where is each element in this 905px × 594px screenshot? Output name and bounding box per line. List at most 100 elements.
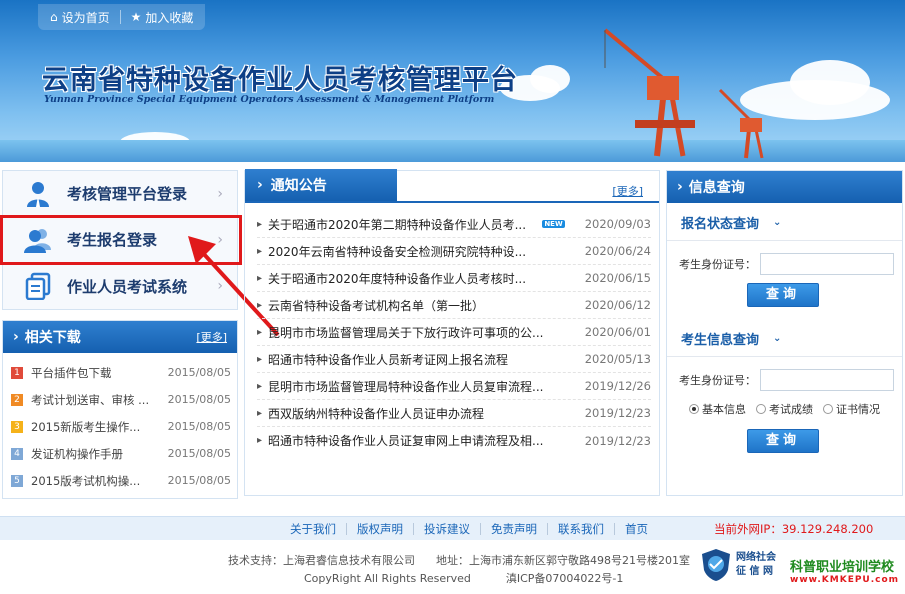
info-id-input[interactable]: [760, 369, 894, 391]
status-id-input[interactable]: [760, 253, 894, 275]
chevron-right-icon: ›: [13, 329, 19, 345]
tech-support-text: 技术支持：上海君睿信息技术有限公司 地址：上海市浦东新区郭守敬路498号21号楼…: [228, 554, 690, 567]
radio-icon: [689, 404, 699, 414]
list-item[interactable]: 3 2015新版考生操作... 2015/08/05: [11, 413, 231, 440]
star-icon: ★: [130, 10, 142, 24]
radio-certificate[interactable]: 证书情况: [823, 401, 880, 417]
copyright-text: CopyRight All Rights Reserved 滇ICP备07004…: [304, 572, 624, 585]
footer-link-copyright[interactable]: 版权声明: [347, 522, 414, 535]
list-item[interactable]: ▸ 关于昭通市2020年度特种设备作业人员考核时... 2020/06/15: [257, 265, 651, 292]
notice-link[interactable]: 昭通市特种设备作业人员证复审网上申请流程及相...: [268, 432, 565, 449]
status-query-title: 报名状态查询: [681, 217, 760, 232]
ip-address: 当前外网IP：39.129.248.200: [714, 521, 874, 536]
site-title: 云南省特种设备作业人员考核管理平台: [42, 65, 518, 96]
set-home-label: 设为首页: [61, 10, 110, 25]
id-label: 考生身份证号：: [679, 374, 756, 387]
notice-link[interactable]: 2020年云南省特种设备安全检测研究院特种设...: [268, 243, 565, 260]
list-item[interactable]: 1 平台插件包下载 2015/08/05: [11, 359, 231, 386]
download-title: 2015版考试机构操...: [31, 473, 141, 488]
footer-link-complaint[interactable]: 投诉建议: [414, 522, 481, 535]
info-query-panel: › 信息查询 报名状态查询 ⌄ 考生身份证号： 查询 考生信息查询 ⌄ 考生身份…: [666, 170, 903, 496]
list-item[interactable]: ▸ 昭通市特种设备作业人员新考证网上报名流程 2020/05/13: [257, 346, 651, 373]
radio-basic-info[interactable]: 基本信息: [689, 401, 746, 417]
new-badge: NEW: [542, 220, 565, 228]
info-query-header: › 信息查询: [667, 171, 902, 203]
credit-badge[interactable]: 网络社会 征 信 网: [700, 548, 776, 582]
id-label: 考生身份证号：: [679, 258, 756, 271]
notice-date: 2019/12/26: [584, 379, 651, 393]
notice-link[interactable]: 昆明市市场监督管理局关于下放行政许可事项的公...: [268, 324, 565, 341]
notice-link[interactable]: 西双版纳州特种设备作业人员证申办流程: [268, 405, 565, 422]
add-favorite-link[interactable]: ★ 加入收藏: [131, 9, 194, 26]
list-item[interactable]: ▸ 昭通市特种设备作业人员证复审网上申请流程及相... 2019/12/23: [257, 427, 651, 454]
status-id-row: 考生身份证号：: [667, 253, 902, 275]
school-name: 科普职业培训学校: [790, 560, 895, 575]
list-item[interactable]: ▸ 关于昭通市2020年第二期特种设备作业人员考... NEW 2020/09/…: [257, 211, 651, 238]
login-item-label: 考核管理平台登录: [67, 185, 188, 203]
download-date: 2015/08/05: [167, 474, 231, 487]
notices-more-link[interactable]: [更多]: [612, 183, 643, 199]
info-id-row: 考生身份证号：: [667, 369, 902, 391]
list-item[interactable]: 2 考试计划送审、审核 ... 2015/08/05: [11, 386, 231, 413]
downloads-title: 相关下载: [24, 330, 81, 346]
notice-date: 2020/06/15: [584, 271, 651, 285]
notice-date: 2020/06/01: [584, 325, 651, 339]
footer-link-disclaimer[interactable]: 免责声明: [481, 522, 548, 535]
downloads-list: 1 平台插件包下载 2015/08/05 2 考试计划送审、审核 ... 201…: [3, 353, 237, 498]
download-title: 发证机构操作手册: [31, 446, 123, 461]
footer-link-contact[interactable]: 联系我们: [548, 522, 615, 535]
info-query-section-title[interactable]: 考生信息查询 ⌄: [667, 307, 902, 348]
chevron-right-icon: ›: [257, 177, 263, 193]
status-query-button[interactable]: 查询: [747, 283, 819, 307]
notice-link[interactable]: 关于昭通市2020年度特种设备作业人员考核时...: [268, 270, 565, 287]
list-item[interactable]: ▸ 昆明市市场监督管理局关于下放行政许可事项的公... 2020/06/01: [257, 319, 651, 346]
list-item[interactable]: 4 发证机构操作手册 2015/08/05: [11, 440, 231, 467]
rank-badge: 5: [11, 474, 23, 487]
notice-link[interactable]: 关于昭通市2020年第二期特种设备作业人员考...: [268, 216, 539, 233]
info-query-button[interactable]: 查询: [747, 429, 819, 453]
list-item[interactable]: ▸ 云南省特种设备考试机构名单（第一批） 2020/06/12: [257, 292, 651, 319]
header-banner: ⌂ 设为首页 ★ 加入收藏 云南省特种设备作业人员考核管理平台 Yunnan P…: [0, 0, 905, 162]
notice-link[interactable]: 昆明市市场监督管理局特种设备作业人员复审流程...: [268, 378, 565, 395]
info-query-subtitle: 考生信息查询: [681, 333, 760, 348]
list-item[interactable]: ▸ 2020年云南省特种设备安全检测研究院特种设... 2020/06/24: [257, 238, 651, 265]
bullet-icon: ▸: [257, 435, 263, 446]
footer-link-home[interactable]: 首页: [615, 523, 658, 535]
school-url: www.KMKEPU.com: [790, 575, 900, 585]
download-title: 2015新版考生操作...: [31, 419, 141, 434]
radio-icon: [823, 404, 833, 414]
add-favorite-label: 加入收藏: [145, 10, 194, 25]
divider: [667, 356, 902, 357]
radio-exam-score[interactable]: 考试成绩: [756, 401, 813, 417]
list-item[interactable]: 5 2015版考试机构操... 2015/08/05: [11, 467, 231, 494]
query-type-radios: 基本信息 考试成绩 证书情况: [667, 401, 902, 417]
rank-badge: 3: [11, 420, 23, 433]
list-item[interactable]: ▸ 西双版纳州特种设备作业人员证申办流程 2019/12/23: [257, 400, 651, 427]
list-item[interactable]: ▸ 昆明市市场监督管理局特种设备作业人员复审流程... 2019/12/26: [257, 373, 651, 400]
home-icon: ⌂: [50, 10, 58, 24]
tab-notices[interactable]: › 通知公告: [245, 169, 397, 201]
notice-link[interactable]: 昭通市特种设备作业人员新考证网上报名流程: [268, 351, 565, 368]
notice-date: 2020/06/12: [584, 298, 651, 312]
crane-illustration: [603, 28, 695, 157]
set-home-link[interactable]: ⌂ 设为首页: [50, 9, 110, 26]
bullet-icon: ▸: [257, 380, 263, 392]
admin-platform-login[interactable]: 考核管理平台登录 ›: [3, 171, 237, 217]
info-query-title: 信息查询: [688, 180, 745, 196]
notice-list: ▸ 关于昭通市2020年第二期特种设备作业人员考... NEW 2020/09/…: [245, 203, 659, 454]
school-watermark: 科普职业培训学校 www.KMKEPU.com: [790, 556, 899, 585]
notice-link[interactable]: 云南省特种设备考试机构名单（第一批）: [268, 297, 565, 314]
divider: [667, 240, 902, 241]
notice-date: 2020/06/24: [584, 244, 651, 258]
download-date: 2015/08/05: [167, 366, 231, 379]
footer-link-about[interactable]: 关于我们: [280, 522, 347, 535]
footer-links: 关于我们 版权声明 投诉建议 免责声明 联系我们 首页: [280, 522, 658, 535]
bullet-icon: ▸: [257, 299, 263, 311]
status-query-section-title[interactable]: 报名状态查询 ⌄: [667, 203, 902, 232]
chevron-down-icon: ⌄: [773, 333, 782, 344]
notice-title: 通知公告: [270, 178, 327, 194]
divider: [119, 10, 121, 24]
download-title: 平台插件包下载: [31, 365, 112, 380]
notice-date: 2019/12/23: [584, 406, 651, 420]
site-title-en: Yunnan Province Special Equipment Operat…: [44, 94, 495, 105]
